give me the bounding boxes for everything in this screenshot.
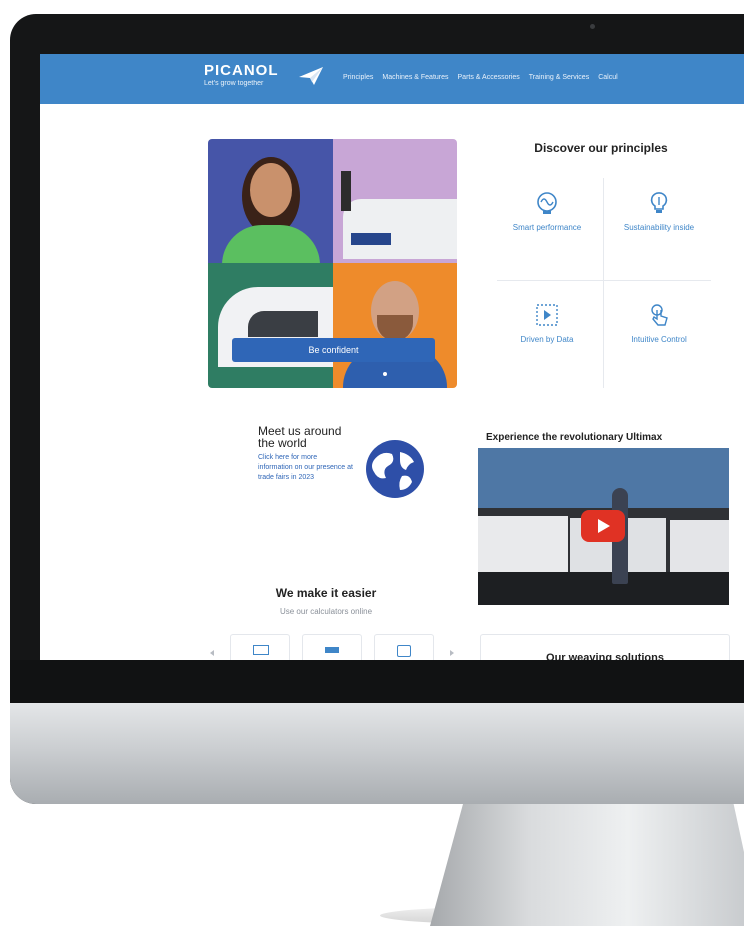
principles-title: Discover our principles bbox=[534, 141, 668, 155]
meet-us-text[interactable]: Click here for more information on our p… bbox=[258, 453, 353, 483]
logo[interactable]: PICANOL Let's grow together bbox=[204, 63, 279, 88]
woman-face bbox=[250, 163, 292, 217]
meet-us-title: Meet us around the world bbox=[258, 424, 342, 450]
paper-plane-icon bbox=[299, 67, 323, 85]
loom-left bbox=[478, 516, 568, 572]
nav-link-principles[interactable]: Principles bbox=[343, 74, 373, 81]
hero-tile-man bbox=[333, 263, 457, 388]
hero-tile-machine-top bbox=[333, 139, 457, 264]
data-icon bbox=[536, 304, 558, 326]
logo-tagline: Let's grow together bbox=[204, 80, 264, 87]
brain-icon bbox=[537, 192, 557, 214]
principle-intuitive-control[interactable]: Intuitive Control bbox=[605, 284, 713, 392]
calculator-icon bbox=[253, 645, 269, 655]
meet-us-block[interactable]: Meet us around the world Click here for … bbox=[258, 425, 353, 483]
calc-prev-arrow[interactable] bbox=[210, 650, 214, 656]
principle-smart-performance[interactable]: Smart performance bbox=[493, 172, 601, 280]
machine-panel bbox=[343, 199, 457, 259]
principle-label: Sustainability inside bbox=[623, 223, 695, 232]
loom-base bbox=[478, 572, 729, 605]
weaving-solutions-title: Our weaving solutions bbox=[546, 652, 664, 660]
nav-link-calculators[interactable]: Calcul bbox=[598, 74, 617, 81]
play-button[interactable] bbox=[581, 510, 625, 542]
machine-slot bbox=[248, 311, 318, 337]
weaving-solutions-card[interactable]: Our weaving solutions bbox=[480, 634, 730, 660]
navbar: PICANOL Let's grow together Principles M… bbox=[40, 54, 744, 104]
monitor-stand bbox=[430, 804, 744, 926]
bulb-icon bbox=[650, 192, 668, 213]
calculator-icon bbox=[397, 645, 411, 657]
grid-divider-horizontal bbox=[497, 280, 711, 281]
principle-label: Intuitive Control bbox=[631, 335, 687, 344]
calc-next-arrow[interactable] bbox=[450, 650, 454, 656]
nav-links: Principles Machines & Features Parts & A… bbox=[343, 74, 618, 81]
calculator-card[interactable] bbox=[230, 634, 290, 660]
principle-sustainability[interactable]: Sustainability inside bbox=[605, 172, 713, 280]
nav-link-parts[interactable]: Parts & Accessories bbox=[458, 74, 520, 81]
screen: PICANOL Let's grow together Principles M… bbox=[40, 54, 744, 660]
easier-title: We make it easier bbox=[275, 586, 377, 600]
principles-grid: Smart performance Sustainability inside … bbox=[493, 172, 713, 390]
nav-link-training[interactable]: Training & Services bbox=[529, 74, 589, 81]
grid-divider-vertical bbox=[603, 178, 604, 388]
nav-link-machines[interactable]: Machines & Features bbox=[382, 74, 448, 81]
camera-dot bbox=[590, 24, 595, 29]
globe-icon bbox=[366, 440, 424, 498]
principle-driven-by-data[interactable]: Driven by Data bbox=[493, 284, 601, 392]
play-icon bbox=[598, 519, 610, 533]
ultimax-video[interactable] bbox=[478, 448, 729, 605]
logo-wordmark: PICANOL bbox=[204, 62, 279, 79]
monitor-chin bbox=[10, 703, 744, 804]
principle-label: Driven by Data bbox=[520, 335, 574, 344]
be-confident-button[interactable]: Be confident bbox=[232, 338, 435, 362]
calculator-card[interactable] bbox=[374, 634, 434, 660]
principle-label: Smart performance bbox=[512, 223, 582, 232]
calculator-card[interactable] bbox=[302, 634, 362, 660]
touch-icon bbox=[651, 304, 668, 326]
monitor-bezel bbox=[10, 660, 744, 703]
hero-tile-machine-bottom bbox=[208, 263, 338, 388]
machine-label bbox=[351, 233, 391, 245]
machine-arm bbox=[341, 171, 351, 211]
experience-title: Experience the revolutionary Ultimax bbox=[486, 432, 663, 443]
easier-subtitle: Use our calculators online bbox=[279, 607, 373, 616]
carousel-dot[interactable] bbox=[383, 372, 387, 376]
loom-right bbox=[670, 520, 729, 572]
calculator-icon bbox=[325, 647, 339, 653]
hero-banner[interactable]: Be confident bbox=[208, 139, 457, 388]
hero-tile-woman bbox=[208, 139, 333, 270]
